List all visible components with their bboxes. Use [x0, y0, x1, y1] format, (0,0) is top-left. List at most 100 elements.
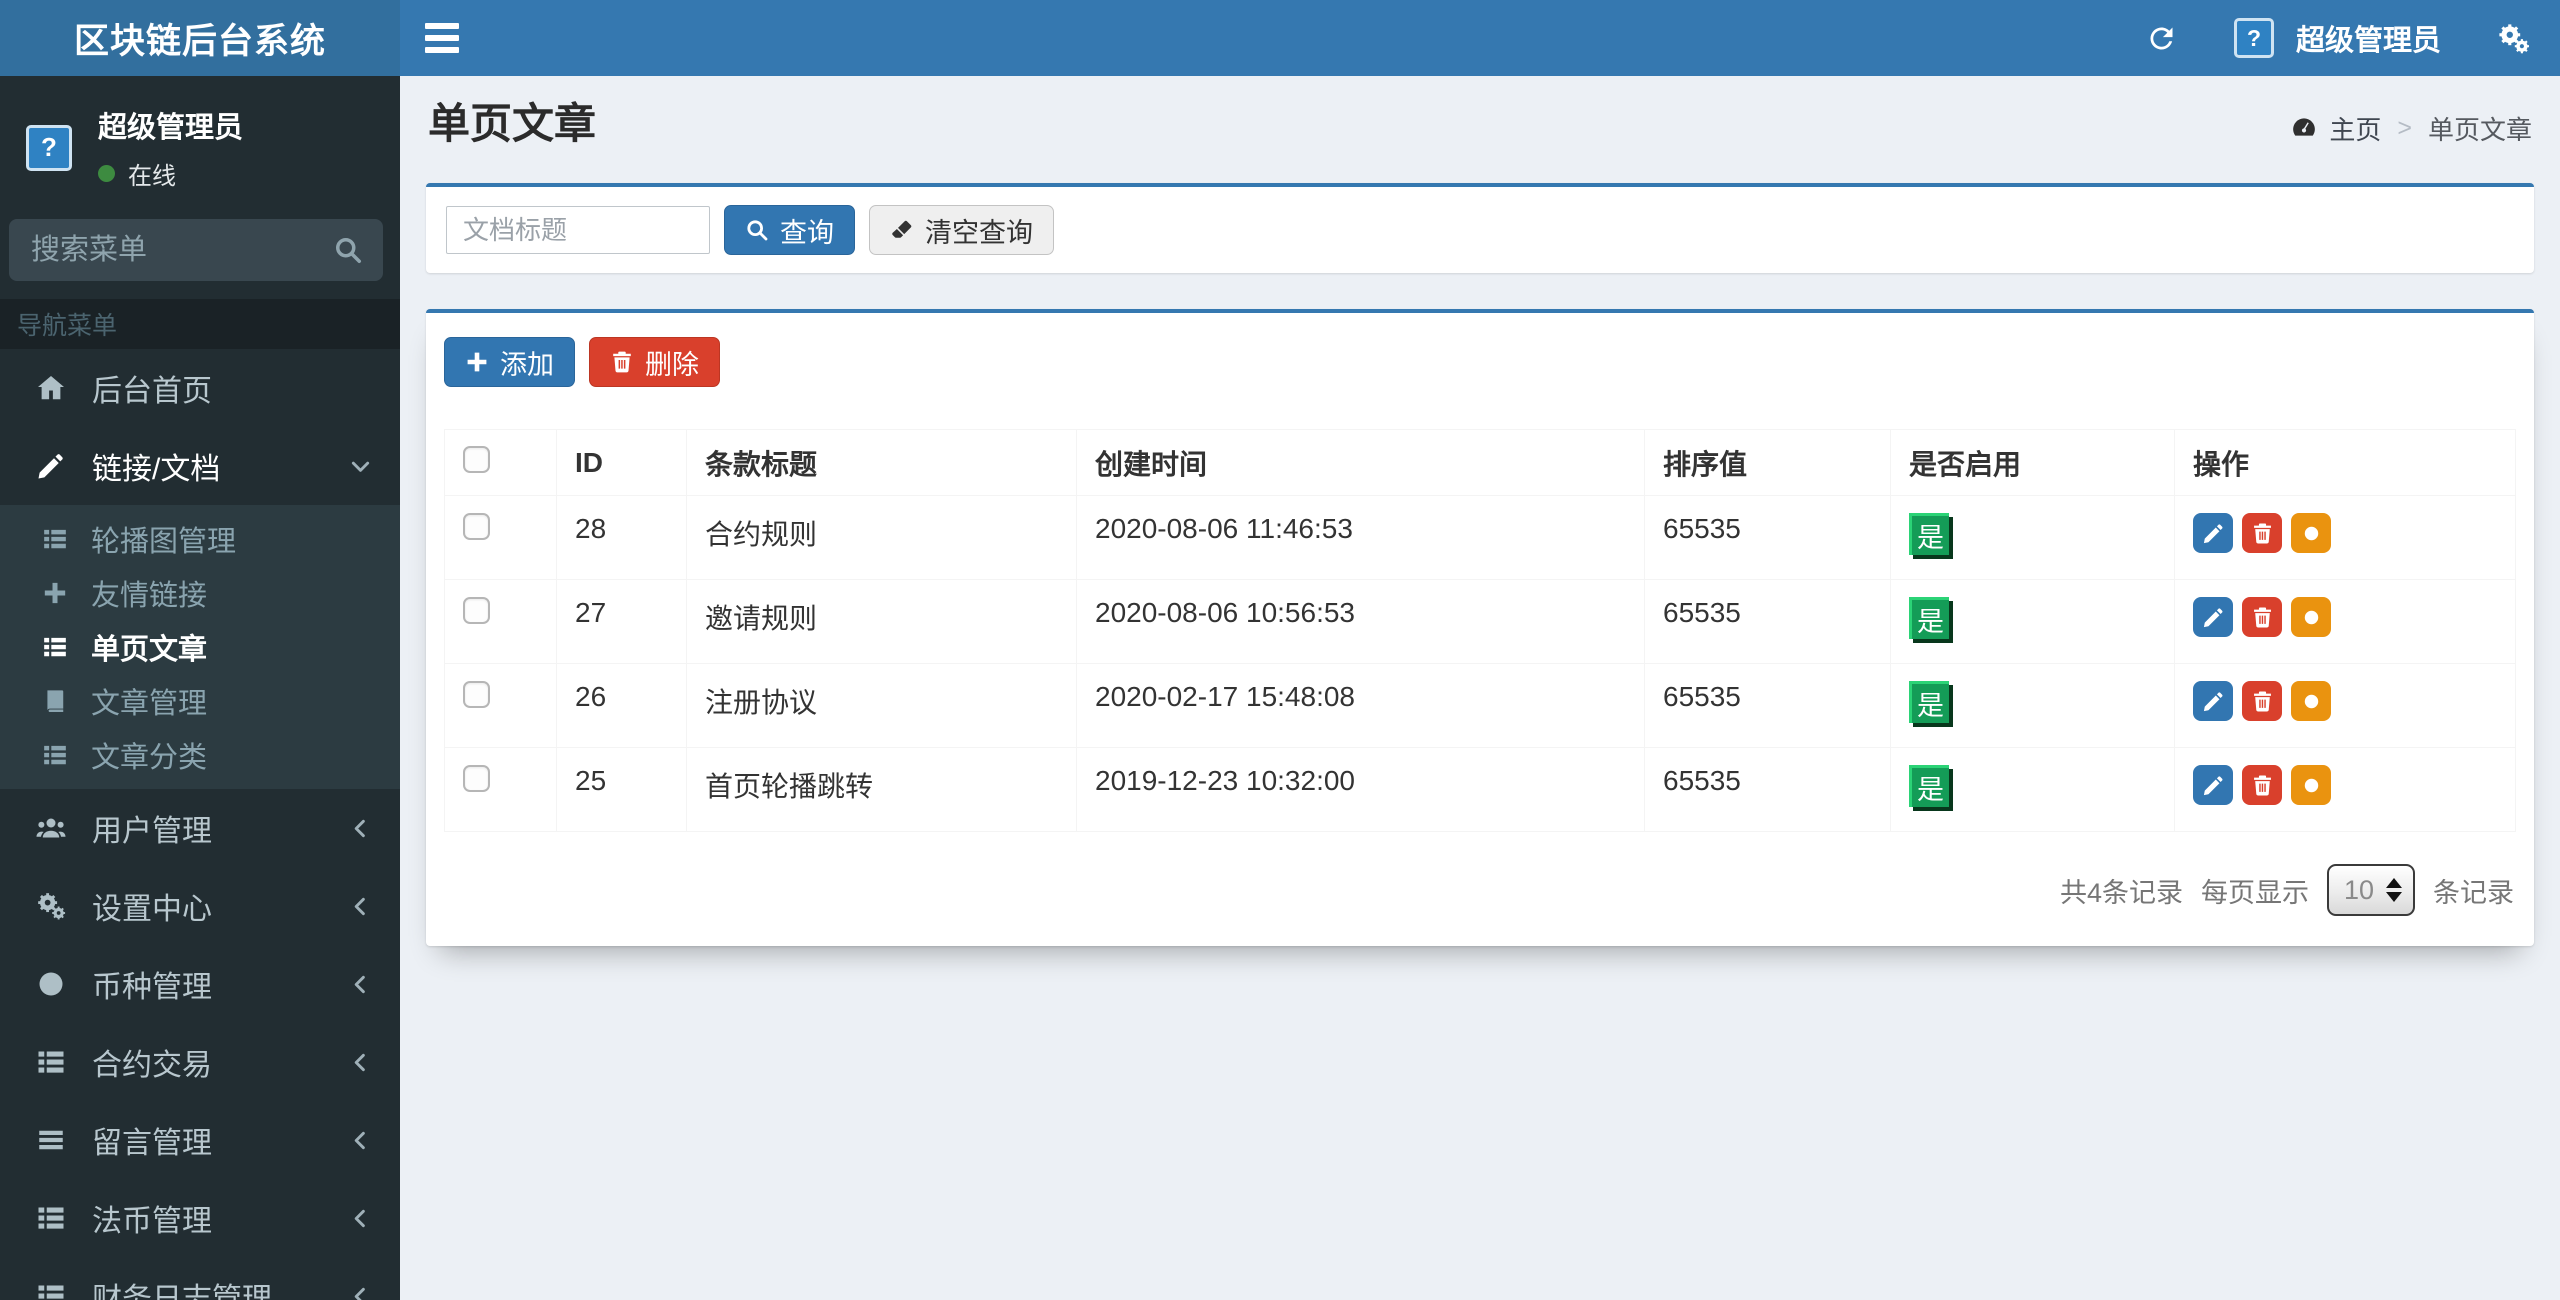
sidebar-subitem-1[interactable]: 轮播图管理 — [0, 512, 400, 566]
row-checkbox[interactable] — [463, 597, 490, 624]
sidebar-item-4[interactable]: 设置中心 — [0, 867, 400, 945]
enabled-badge[interactable]: 是 — [1909, 765, 1949, 807]
delete-row-button[interactable] — [2242, 765, 2282, 805]
col-header-title: 条款标题 — [686, 429, 1077, 496]
table-box: 添加 删除 ID 条款标题 创建时间 排序值 是否启用 操作 28 合约规则 2… — [426, 309, 2534, 946]
cell-sort: 65535 — [1644, 495, 1891, 580]
edit-button[interactable] — [2193, 765, 2233, 805]
sidebar-username: 超级管理员 — [98, 112, 244, 144]
search-button[interactable]: 查询 — [724, 205, 855, 255]
dot-circle-icon — [2300, 522, 2323, 545]
cell-title: 注册协议 — [686, 663, 1077, 748]
home-icon — [28, 373, 74, 403]
cell-title: 合约规则 — [686, 495, 1077, 580]
sidebar-item-label: 币种管理 — [92, 971, 212, 1004]
content-header: 单页文章 主页 > 单页文章 — [400, 76, 2560, 148]
add-button[interactable]: 添加 — [444, 337, 575, 387]
table-header-row: ID 条款标题 创建时间 排序值 是否启用 操作 — [444, 429, 2516, 496]
toggle-button[interactable] — [2291, 513, 2331, 553]
cell-id: 28 — [556, 495, 687, 580]
toggle-button[interactable] — [2291, 765, 2331, 805]
sidebar-subitem-3[interactable]: 单页文章 — [0, 620, 400, 674]
sidebar-search-input[interactable] — [29, 232, 333, 268]
sidebar-item-6[interactable]: 合约交易 — [0, 1023, 400, 1101]
sidebar-menu: 后台首页 链接/文档 轮播图管理 友情链接 单页文章 文章管理 文章分类 用户管… — [0, 349, 400, 1300]
select-all-checkbox[interactable] — [463, 445, 490, 473]
delete-row-button[interactable] — [2242, 513, 2282, 553]
sidebar-item-label: 财务日志管理 — [92, 1283, 272, 1300]
gears-icon — [2497, 22, 2530, 55]
cell-created: 2019-12-23 10:32:00 — [1076, 747, 1645, 832]
dot-circle-icon — [2300, 606, 2323, 629]
col-header-created: 创建时间 — [1076, 429, 1645, 496]
th-list-icon — [28, 1047, 74, 1077]
doc-title-input[interactable] — [446, 206, 710, 254]
cell-sort: 65535 — [1644, 747, 1891, 832]
brand[interactable]: 区块链后台系统 — [0, 0, 400, 76]
top-navbar: 区块链后台系统 ? 超级管理员 — [0, 0, 2560, 76]
pencil-icon — [2202, 522, 2225, 545]
cell-id: 26 — [556, 663, 687, 748]
edit-button[interactable] — [2193, 597, 2233, 637]
sidebar-item-5[interactable]: 币种管理 — [0, 945, 400, 1023]
per-page-select[interactable]: 10 — [2327, 864, 2415, 916]
settings-button[interactable] — [2467, 0, 2560, 76]
sidebar-item-3[interactable]: 用户管理 — [0, 789, 400, 867]
dot-circle-icon — [2300, 774, 2323, 797]
articles-table: ID 条款标题 创建时间 排序值 是否启用 操作 28 合约规则 2020-08… — [444, 429, 2516, 832]
th-list-icon — [28, 1281, 74, 1300]
sidebar-item-9[interactable]: 财务日志管理 — [0, 1257, 400, 1300]
toggle-button[interactable] — [2291, 597, 2331, 637]
table-row: 26 注册协议 2020-02-17 15:48:08 65535 是 — [444, 663, 2516, 748]
enabled-badge[interactable]: 是 — [1909, 681, 1949, 723]
breadcrumb-current: 单页文章 — [2427, 114, 2532, 145]
sidebar-item-1[interactable]: 后台首页 — [0, 349, 400, 427]
navbar-user-menu[interactable]: ? 超级管理员 — [2208, 0, 2467, 76]
enabled-badge[interactable]: 是 — [1909, 597, 1949, 639]
th-list-icon — [28, 1203, 74, 1233]
row-checkbox[interactable] — [463, 681, 490, 708]
circle-icon — [28, 969, 74, 999]
cell-actions — [2174, 747, 2516, 832]
edit-button[interactable] — [2193, 513, 2233, 553]
chevron-left-icon — [349, 1129, 372, 1152]
col-header-enabled: 是否启用 — [1890, 429, 2175, 496]
delete-row-button[interactable] — [2242, 597, 2282, 637]
sidebar-subitem-5[interactable]: 文章分类 — [0, 728, 400, 782]
page-title: 单页文章 — [428, 100, 597, 147]
col-header-actions: 操作 — [2174, 429, 2516, 496]
sidebar-item-8[interactable]: 法币管理 — [0, 1179, 400, 1257]
toggle-button[interactable] — [2291, 681, 2331, 721]
sidebar-item-7[interactable]: 留言管理 — [0, 1101, 400, 1179]
pagination-bar: 共4条记录 每页显示 10 条记录 — [444, 832, 2516, 946]
trash-icon — [2251, 522, 2274, 545]
delete-button[interactable]: 删除 — [589, 337, 720, 387]
table-row: 25 首页轮播跳转 2019-12-23 10:32:00 65535 是 — [444, 747, 2516, 832]
delete-row-button[interactable] — [2242, 681, 2282, 721]
refresh-icon — [2145, 22, 2178, 55]
table-row: 27 邀请规则 2020-08-06 10:56:53 65535 是 — [444, 579, 2516, 664]
enabled-badge[interactable]: 是 — [1909, 513, 1949, 555]
edit-button[interactable] — [2193, 681, 2233, 721]
sidebar-item-label: 留言管理 — [92, 1127, 212, 1160]
sidebar-subitem-label: 文章分类 — [91, 742, 208, 774]
search-icon[interactable] — [333, 235, 363, 265]
records-suffix-label: 条记录 — [2433, 877, 2514, 908]
hamburger-icon — [425, 23, 459, 29]
breadcrumb-home-link[interactable]: 主页 — [2329, 110, 2381, 147]
sidebar-subitem-label: 单页文章 — [91, 634, 208, 666]
sidebar-subitem-2[interactable]: 友情链接 — [0, 566, 400, 620]
navbar-username: 超级管理员 — [2295, 25, 2441, 57]
clear-search-button[interactable]: 清空查询 — [869, 205, 1054, 255]
cell-created: 2020-08-06 11:46:53 — [1076, 495, 1645, 580]
dashboard-icon — [2290, 114, 2318, 142]
cell-actions — [2174, 663, 2516, 748]
select-caret-icon — [2386, 878, 2402, 902]
sidebar-toggle-button[interactable] — [400, 0, 484, 76]
row-checkbox[interactable] — [463, 513, 490, 540]
sidebar-item-2[interactable]: 链接/文档 — [0, 427, 400, 505]
row-checkbox[interactable] — [463, 765, 490, 792]
nav-header: 导航菜单 — [0, 299, 400, 349]
refresh-button[interactable] — [2115, 0, 2208, 76]
sidebar-subitem-4[interactable]: 文章管理 — [0, 674, 400, 728]
